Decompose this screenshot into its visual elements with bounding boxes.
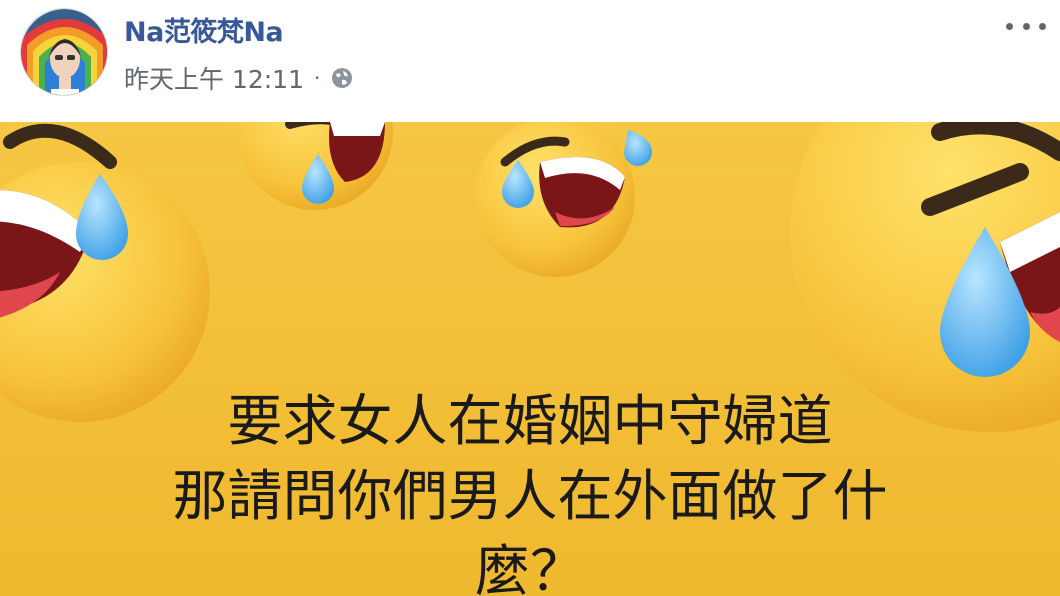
caption-line-2: 那請問你們男人在外面做了什 — [172, 464, 888, 528]
more-options-icon[interactable] — [1006, 14, 1046, 38]
post-image[interactable]: 要求女人在婚姻中守婦道 那請問你們男人在外面做了什 麼？ — [0, 122, 1060, 596]
post-header: Na范筱梵Na 昨天上午 12:11 · — [0, 0, 1060, 122]
post-timestamp[interactable]: 昨天上午 12:11 — [124, 60, 304, 96]
caption-line-1: 要求女人在婚姻中守婦道 — [227, 389, 833, 453]
author-avatar[interactable] — [20, 8, 108, 96]
avatar-image — [21, 9, 107, 95]
meta-separator: · — [314, 66, 321, 90]
author-name[interactable]: Na范筱梵Na — [124, 10, 284, 49]
image-caption: 要求女人在婚姻中守婦道 那請問你們男人在外面做了什 麼？ — [0, 384, 1060, 596]
emoji-top-center — [475, 122, 652, 277]
emoji-left — [0, 123, 210, 422]
caption-line-3: 麼？ — [474, 539, 585, 596]
emoji-top-left — [237, 122, 393, 210]
post-meta: 昨天上午 12:11 · — [124, 60, 354, 96]
globe-icon[interactable] — [330, 66, 354, 90]
